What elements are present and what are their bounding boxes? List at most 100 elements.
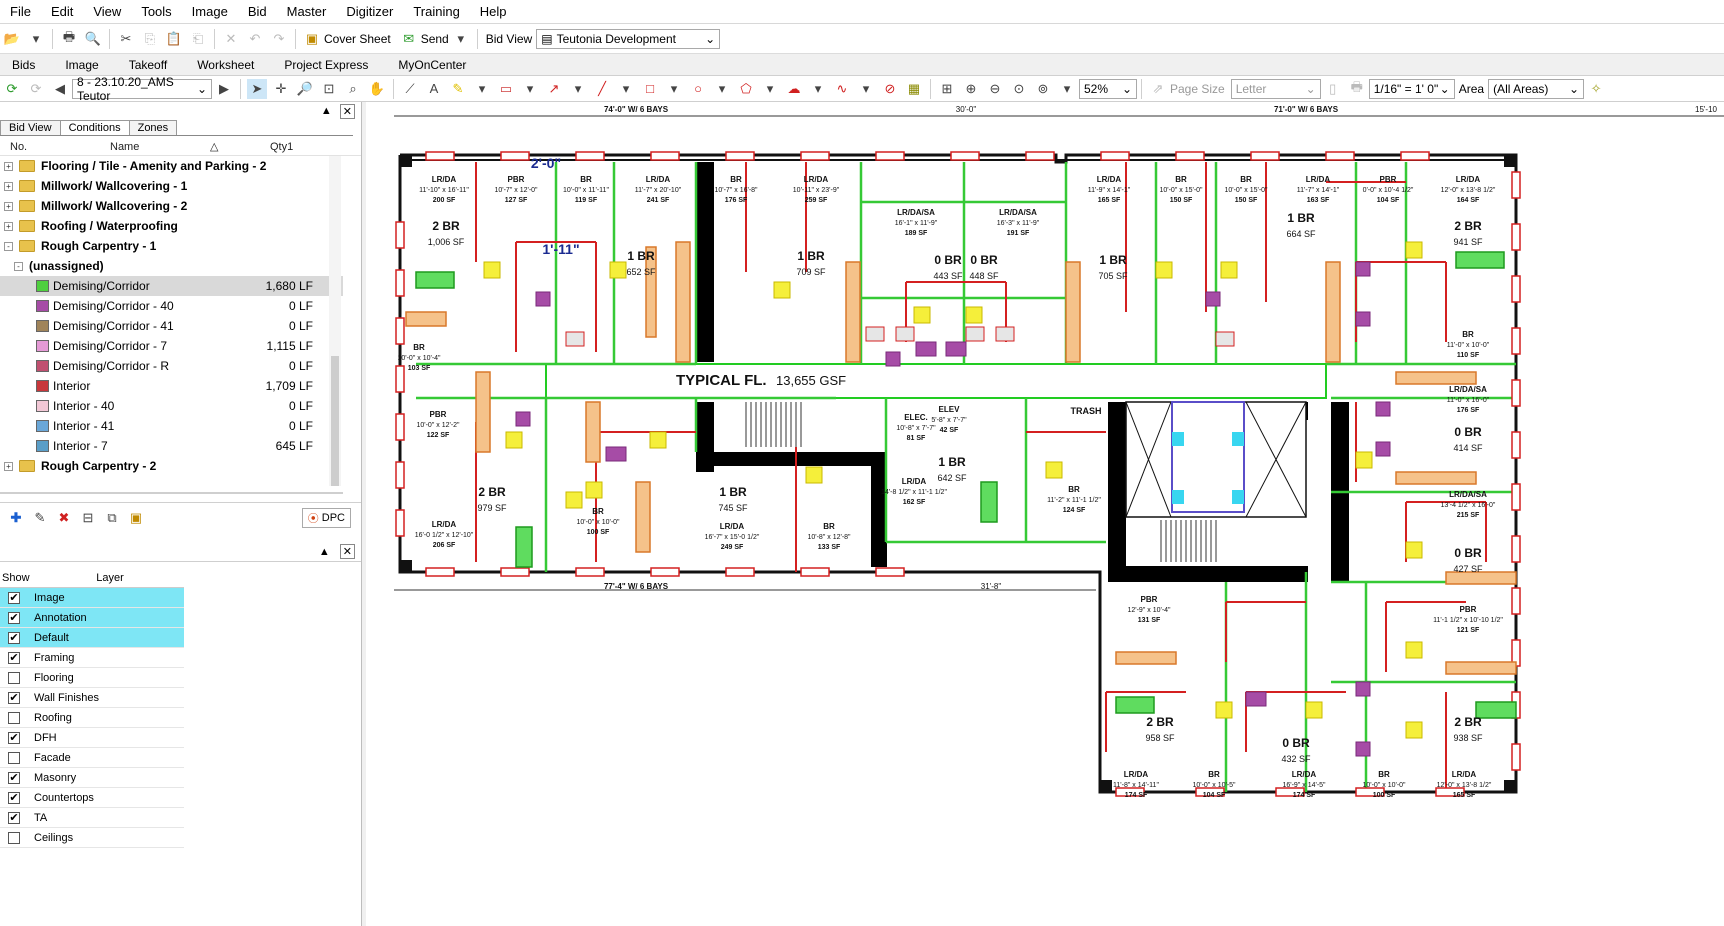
condition-row[interactable]: Interior - 40 0 LF [0,396,343,416]
close-icon[interactable]: ✕ [339,544,355,559]
next-page-icon[interactable]: ▶ [214,79,234,99]
tab-project-express[interactable]: Project Express [272,58,386,72]
layer-checkbox[interactable]: ✔ [8,771,20,784]
condition-group-row[interactable]: + Millwork/ Wallcovering - 2 [0,196,343,216]
copy-icon[interactable]: ⎘ [140,29,160,49]
zoom-previous-icon[interactable]: ⊙ [1009,79,1029,99]
condition-row[interactable]: Demising/Corridor - 7 1,115 LF [0,336,343,356]
condition-group-row[interactable]: + Rough Carpentry - 2 [0,456,343,476]
print-icon[interactable]: 🖶 [1347,79,1367,99]
layer-row[interactable]: ✔ Countertops [0,788,184,808]
layer-checkbox[interactable]: ✔ [8,591,20,604]
paste-special-icon[interactable]: ⎗ [188,29,208,49]
layer-row[interactable]: ✔ Default [0,628,184,648]
zoom-page-icon[interactable]: ⊞ [937,79,957,99]
line-icon[interactable]: ╱ [592,79,612,99]
tab-myoncenter[interactable]: MyOnCenter [386,58,484,72]
print-icon[interactable]: 🖶 [59,29,79,49]
condition-row[interactable]: Interior 1,709 LF [0,376,343,396]
expand-icon[interactable]: + [4,201,13,211]
collapse-icon[interactable]: - [4,241,13,251]
layer-row[interactable]: ✔ Framing [0,648,184,668]
zoom-select[interactable]: 52% ⌄ [1079,78,1137,99]
arrow-icon[interactable]: ↗ [544,79,564,99]
tab-bids[interactable]: Bids [0,58,53,72]
col-qty1[interactable]: Qty1 [270,141,330,153]
layer-row[interactable]: Flooring [0,668,184,688]
layer-row[interactable]: ✔ Annotation [0,608,184,628]
refresh-alt-icon[interactable]: ⟳ [26,79,46,99]
layer-checkbox[interactable] [8,831,20,844]
area-wand-icon[interactable]: ✧ [1586,79,1606,99]
collapse-icon[interactable]: - [14,261,23,271]
highlight-icon[interactable]: ✎ [448,79,468,99]
menu-digitizer[interactable]: Digitizer [336,4,403,19]
page-size-select[interactable]: Letter ⌄ [1230,78,1321,99]
col-no[interactable]: No. [0,141,110,153]
condition-row[interactable]: Demising/Corridor - 40 0 LF [0,296,343,316]
zoom-select-icon[interactable]: ⌕ [343,79,363,99]
horizontal-scrollbar[interactable] [0,486,343,494]
send-dropdown-icon[interactable]: ▾ [451,29,471,49]
layer-row[interactable]: ✔ Image [0,588,184,608]
menu-view[interactable]: View [83,4,131,19]
expand-icon[interactable]: + [4,461,13,471]
text-icon[interactable]: A [424,79,444,99]
layer-checkbox[interactable]: ✔ [8,651,20,664]
hide-markup-icon[interactable]: ⊘ [880,79,900,99]
redo-icon[interactable]: ↷ [269,29,289,49]
layer-toggle-icon[interactable]: ▦ [904,79,924,99]
refresh-icon[interactable]: ⟳ [2,79,22,99]
conditions-scrollbar[interactable] [329,156,341,486]
condition-group-row[interactable]: - Rough Carpentry - 1 [0,236,343,256]
menu-training[interactable]: Training [403,4,469,19]
condition-group-row[interactable]: + Flooring / Tile - Amenity and Parking -… [0,156,343,176]
prev-page-icon[interactable]: ◀ [50,79,70,99]
dpc-button[interactable]: ⦿ DPC [301,507,351,528]
add-icon[interactable]: ✚ [6,508,26,528]
dropdown-arrow-icon[interactable]: ▾ [712,79,732,99]
area-select[interactable]: (All Areas) ⌄ [1488,78,1585,99]
dropdown-arrow-icon[interactable]: ▾ [808,79,828,99]
menu-master[interactable]: Master [277,4,337,19]
folder-icon[interactable]: ▣ [126,508,146,528]
cut-icon[interactable]: ✂ [116,29,136,49]
paste-icon[interactable]: 📋 [164,29,184,49]
number-icon[interactable]: ⊟ [78,508,98,528]
condition-row[interactable]: Demising/Corridor - 41 0 LF [0,316,343,336]
expand-icon[interactable]: + [4,221,13,231]
dropdown-arrow-icon[interactable]: ▾ [616,79,636,99]
layer-checkbox[interactable] [8,671,20,684]
edit-icon[interactable]: ✎ [30,508,50,528]
freehand-icon[interactable]: ∿ [832,79,852,99]
col-name[interactable]: Name [110,141,210,153]
condition-row[interactable]: Demising/Corridor - R0 LF [0,356,343,376]
zoom-magnify-icon[interactable]: ⊚ [1033,79,1053,99]
dropdown-arrow-icon[interactable]: ▾ [568,79,588,99]
layer-row[interactable]: Ceilings [0,828,184,848]
menu-edit[interactable]: Edit [41,4,83,19]
layer-checkbox[interactable]: ✔ [8,691,20,704]
polygon-icon[interactable]: ⬠ [736,79,756,99]
ellipse-icon[interactable]: ○ [688,79,708,99]
pin-icon[interactable]: ▲ [321,105,332,117]
tab-worksheet[interactable]: Worksheet [185,58,272,72]
scale-select[interactable]: 1/16" = 1' 0" ⌄ [1368,78,1455,99]
tab-takeoff[interactable]: Takeoff [117,58,185,72]
drawing-canvas[interactable]: 74'-0" W/ 6 BAYS 30'-0" 71'-0" W/ 6 BAYS 77… [366,102,1724,926]
menu-tools[interactable]: Tools [131,4,181,19]
bid-view-select[interactable]: ▤ Teutonia Development ⌄ [536,28,721,49]
crosshair-icon[interactable]: ✛ [271,79,291,99]
zoom-fit-icon[interactable]: ⊡ [319,79,339,99]
layer-checkbox[interactable]: ✔ [8,811,20,824]
cover-sheet-button[interactable]: Cover Sheet [324,32,391,46]
zoom-window-icon[interactable]: 🔎 [295,79,315,99]
dropdown-arrow-icon[interactable]: ▾ [1057,79,1077,99]
dropdown-arrow-icon[interactable]: ▾ [856,79,876,99]
send-button[interactable]: Send [421,32,449,46]
menu-bid[interactable]: Bid [238,4,277,19]
open-icon[interactable]: 📂 [2,29,22,49]
layer-checkbox[interactable]: ✔ [8,611,20,624]
layer-row[interactable]: Roofing [0,708,184,728]
subtab-bid-view[interactable]: Bid View [0,120,61,135]
